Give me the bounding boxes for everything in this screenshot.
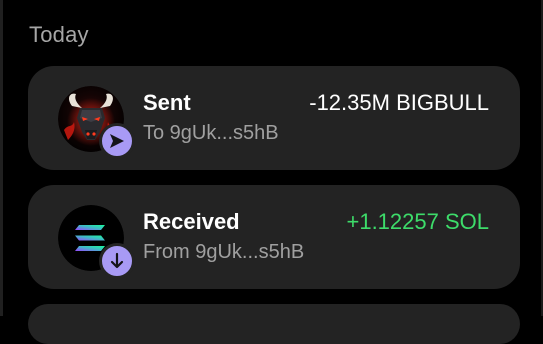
transaction-counterparty: To 9gUk...s5hB: [143, 122, 279, 144]
section-header-today: Today: [29, 22, 89, 47]
transaction-item-received[interactable]: Received From 9gUk...s5hB +1.12257 SOL: [28, 185, 520, 289]
transaction-item-partial[interactable]: [28, 304, 520, 344]
transaction-counterparty: From 9gUk...s5hB: [143, 241, 305, 263]
transaction-amount: -12.35M BIGBULL: [309, 90, 489, 115]
transaction-type: Received: [143, 209, 240, 234]
send-arrow-icon: [99, 123, 135, 159]
transaction-type: Sent: [143, 90, 191, 115]
arrow-down-icon: [99, 243, 135, 279]
panel-left-border: [0, 0, 3, 316]
transaction-amount: +1.12257 SOL: [346, 209, 489, 234]
transaction-item-sent[interactable]: Sent To 9gUk...s5hB -12.35M BIGBULL: [28, 66, 520, 170]
